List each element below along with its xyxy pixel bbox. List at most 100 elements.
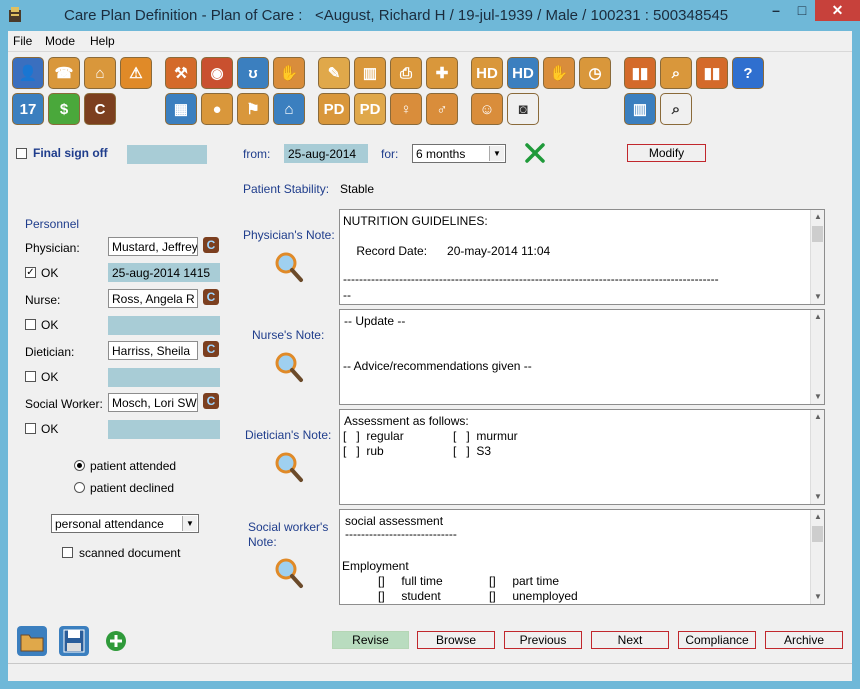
maximize-icon: □ <box>797 2 807 18</box>
calendar-icon[interactable]: 17 <box>12 93 44 125</box>
printer-icon[interactable]: ⎙ <box>390 57 422 89</box>
hd-blue-icon[interactable]: HD <box>507 57 539 89</box>
help-icon[interactable]: ? <box>732 57 764 89</box>
pd-red-icon[interactable]: PD <box>354 93 386 125</box>
physician-ok-checkbox[interactable]: ✓ <box>25 267 36 278</box>
physician-note-label: Physician's Note: <box>243 228 335 242</box>
dietician-note-scrollbar[interactable]: ▲ ▼ <box>810 410 824 504</box>
dietician-note-magnifier-icon[interactable] <box>274 451 304 483</box>
pd-icon[interactable]: PD <box>318 93 350 125</box>
social-note-magnifier-icon[interactable] <box>274 557 304 589</box>
add-icon[interactable] <box>105 630 127 652</box>
nurse-note-magnifier-icon[interactable] <box>274 351 304 383</box>
chevron-down-icon[interactable]: ▼ <box>182 516 197 531</box>
body-back-icon[interactable]: ♂ <box>426 93 458 125</box>
social-note-box[interactable]: social assessment ----------------------… <box>339 509 825 605</box>
social-worker-field[interactable]: Mosch, Lori SW <box>108 393 198 412</box>
group-icon[interactable]: ☺ <box>471 93 503 125</box>
test-tubes-chart-icon[interactable]: ▮▮ <box>696 57 728 89</box>
handshake-icon[interactable]: ✋ <box>273 57 305 89</box>
physician-lookup-icon[interactable]: C <box>203 237 219 253</box>
nurse-note-scrollbar[interactable]: ▲ ▼ <box>810 310 824 404</box>
first-aid-icon[interactable]: ✚ <box>426 57 458 89</box>
dietician-note-line: [ ] rub <box>343 444 384 458</box>
scanned-document-checkbox[interactable] <box>62 547 73 558</box>
clock-icon[interactable]: ◷ <box>579 57 611 89</box>
c-logo-icon[interactable]: C <box>84 93 116 125</box>
dietician-lookup-icon[interactable]: C <box>203 341 219 357</box>
menu-file[interactable]: File <box>13 34 32 48</box>
physician-note-scrollbar[interactable]: ▲ ▼ <box>810 210 824 304</box>
flag-icon[interactable]: ⚑ <box>237 93 269 125</box>
stethoscope-icon[interactable]: ʊ <box>237 57 269 89</box>
physician-note-box[interactable]: NUTRITION GUIDELINES: Record Date: 20-ma… <box>339 209 825 305</box>
test-tubes-icon[interactable]: ▮▮ <box>624 57 656 89</box>
previous-button[interactable]: Previous <box>504 631 582 649</box>
cancel-x-icon[interactable] <box>524 142 546 164</box>
nurse-field[interactable]: Ross, Angela R <box>108 289 198 308</box>
social-worker-lookup-icon[interactable]: C <box>203 393 219 409</box>
nurse-lookup-icon[interactable]: C <box>203 289 219 305</box>
nurse-note-line: -- Advice/recommendations given -- <box>343 359 532 373</box>
save-icon[interactable] <box>58 625 90 657</box>
close-button[interactable]: ✕ <box>815 0 860 21</box>
warning-icon[interactable]: ⚠ <box>120 57 152 89</box>
patient-icon[interactable]: 👤 <box>12 57 44 89</box>
chevron-down-icon[interactable]: ▼ <box>489 146 504 161</box>
physician-note-magnifier-icon[interactable] <box>274 251 304 283</box>
nurse-ok-date <box>108 316 220 335</box>
camera-icon[interactable]: ◙ <box>507 93 539 125</box>
dietician-ok-label: OK <box>41 370 59 384</box>
archive-button[interactable]: Archive <box>765 631 843 649</box>
pills-icon[interactable]: ◉ <box>201 57 233 89</box>
from-date-field[interactable]: 25-aug-2014 <box>284 144 368 163</box>
patient-attended-radio[interactable] <box>74 460 85 471</box>
dietician-field[interactable]: Harriss, Sheila <box>108 341 198 360</box>
bar-chart-icon[interactable]: ▥ <box>354 57 386 89</box>
dietician-note-box[interactable]: Assessment as follows: [ ] regular [ ] m… <box>339 409 825 505</box>
compliance-button[interactable]: Compliance <box>678 631 756 649</box>
revise-button[interactable]: Revise <box>332 631 409 649</box>
magnifier-icon[interactable]: ⌕ <box>660 93 692 125</box>
nurse-ok-checkbox[interactable] <box>25 319 36 330</box>
personnel-heading: Personnel <box>25 217 80 231</box>
minimize-button[interactable]: – <box>763 0 789 21</box>
patient-stability-value: Stable <box>340 182 375 196</box>
dollar-icon[interactable]: $ <box>48 93 80 125</box>
dietician-ok-checkbox[interactable] <box>25 371 36 382</box>
gavel-icon[interactable]: ⚒ <box>165 57 197 89</box>
chart-blue-icon[interactable]: ▥ <box>624 93 656 125</box>
social-worker-ok-checkbox[interactable] <box>25 423 36 434</box>
main-window: File Mode Help 👤 ☎ ⌂ ⚠ ⚒ ◉ ʊ ✋ ✎ ▥ ⎙ ✚ HD HD ✋ ◷ ▮▮ ⌕ ▮▮? 1… <box>8 31 852 681</box>
duration-select[interactable]: 6 months ▼ <box>412 144 506 163</box>
social-note-scrollbar[interactable]: ▲ ▼ <box>810 510 824 604</box>
notepad-icon[interactable]: ✎ <box>318 57 350 89</box>
house-blue-icon[interactable]: ⌂ <box>273 93 305 125</box>
modify-button[interactable]: Modify <box>627 144 706 162</box>
menu-mode[interactable]: Mode <box>45 34 75 48</box>
physician-field[interactable]: Mustard, Jeffrey <box>108 237 198 256</box>
next-button[interactable]: Next <box>591 631 669 649</box>
nurse-ok-label: OK <box>41 318 59 332</box>
social-note-line: [] student <box>378 589 441 603</box>
attendance-select[interactable]: personal attendance ▼ <box>51 514 199 533</box>
body-front-icon[interactable]: ♀ <box>390 93 422 125</box>
browse-button[interactable]: Browse <box>417 631 495 649</box>
final-sign-off-checkbox[interactable] <box>16 148 27 159</box>
patient-declined-radio[interactable] <box>74 482 85 493</box>
final-sign-off-label: Final sign off <box>33 146 108 160</box>
nurse-note-box[interactable]: -- Update -- -- Advice/recommendations g… <box>339 309 825 405</box>
maximize-button[interactable]: □ <box>789 0 815 21</box>
open-folder-icon[interactable] <box>16 625 48 657</box>
menu-help[interactable]: Help <box>90 34 115 48</box>
hd-icon[interactable]: HD <box>471 57 503 89</box>
social-note-line: [] part time <box>489 574 560 588</box>
grid-icon[interactable]: ▦ <box>165 93 197 125</box>
home-icon[interactable]: ⌂ <box>84 57 116 89</box>
hand-icon[interactable]: ✋ <box>543 57 575 89</box>
apple-icon[interactable]: ● <box>201 93 233 125</box>
phone-icon[interactable]: ☎ <box>48 57 80 89</box>
report-search-icon[interactable]: ⌕ <box>660 57 692 89</box>
patient-attended-label: patient attended <box>90 459 177 473</box>
app-icon[interactable] <box>8 7 22 23</box>
